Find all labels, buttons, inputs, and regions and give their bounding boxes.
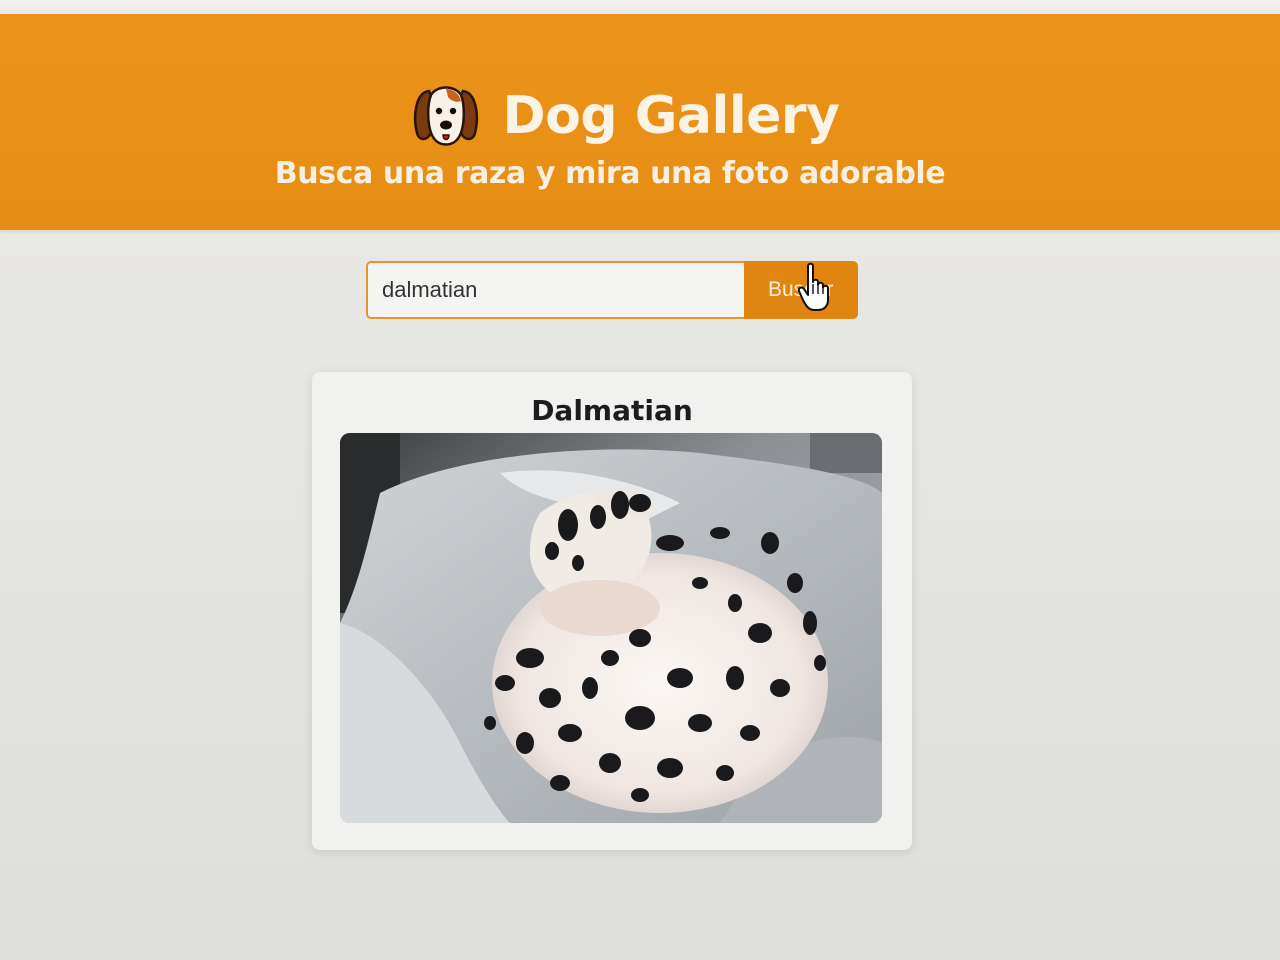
app-title: Dog Gallery [502,86,840,146]
header-banner: Dog Gallery Busca una raza y mira una fo… [0,14,1280,230]
page: Dog Gallery Busca una raza y mira una fo… [0,0,1280,960]
search-button[interactable]: Buscar [744,261,858,319]
dog-photo [340,433,882,823]
search-form: Buscar [366,261,858,319]
breed-search-input[interactable] [366,261,744,319]
app-subtitle: Busca una raza y mira una foto adorable [274,156,946,191]
breed-name-heading: Dalmatian [531,394,693,427]
dog-face-icon [413,86,478,146]
header-title-row: Dog Gallery [0,76,1280,156]
